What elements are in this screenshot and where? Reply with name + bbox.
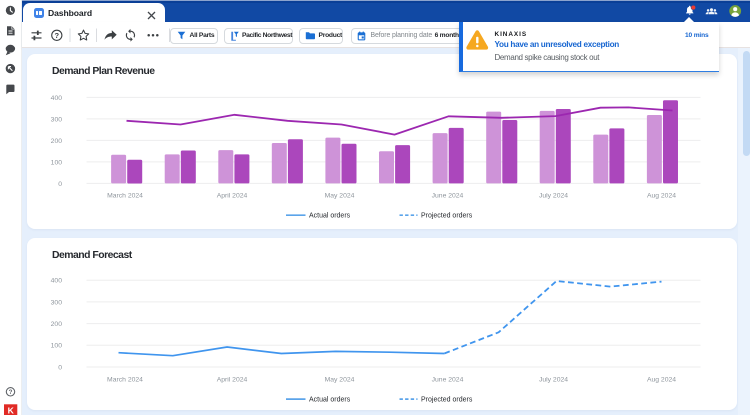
svg-text:200: 200 (50, 138, 62, 145)
svg-text:400: 400 (50, 95, 62, 102)
svg-text:K: K (8, 405, 15, 415)
svg-text:July 2024: July 2024 (538, 377, 567, 384)
svg-text:March 2024: March 2024 (107, 377, 143, 384)
svg-text:May 2024: May 2024 (324, 192, 354, 199)
svg-text:Actual orders: Actual orders (309, 397, 351, 404)
svg-text:June 2024: June 2024 (431, 377, 463, 384)
svg-text:Projected orders: Projected orders (420, 213, 472, 220)
svg-text:March 2024: March 2024 (107, 192, 143, 199)
svg-text:100: 100 (50, 159, 62, 166)
svg-text:July 2024: July 2024 (538, 192, 567, 199)
svg-text:100: 100 (50, 343, 62, 350)
svg-text:June 2024: June 2024 (431, 192, 463, 199)
svg-text:April 2024: April 2024 (216, 192, 247, 199)
svg-text:Projected orders: Projected orders (421, 397, 473, 404)
svg-text:300: 300 (50, 116, 62, 123)
svg-text:?: ? (55, 31, 60, 40)
svg-text:Actual orders: Actual orders (309, 213, 351, 220)
svg-text:April 2024: April 2024 (216, 377, 247, 384)
svg-text:May 2024: May 2024 (324, 377, 354, 384)
svg-text:200: 200 (50, 321, 62, 328)
svg-text:Aug 2024: Aug 2024 (646, 377, 675, 384)
svg-text:?: ? (9, 389, 13, 396)
svg-text:Aug 2024: Aug 2024 (646, 192, 675, 199)
svg-text:0: 0 (58, 365, 62, 372)
svg-text:300: 300 (50, 300, 62, 307)
svg-text:400: 400 (50, 278, 62, 285)
svg-text:0: 0 (58, 181, 62, 188)
